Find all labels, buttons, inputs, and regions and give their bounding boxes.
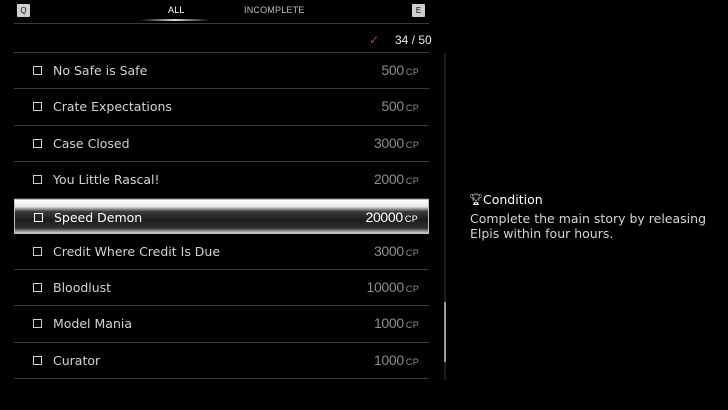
challenge-title: Case Closed bbox=[53, 135, 130, 151]
challenge-title: Model Mania bbox=[53, 316, 133, 332]
checkmark-icon: ✓ bbox=[369, 33, 380, 47]
points-unit: CP bbox=[404, 213, 418, 224]
q-key-hint[interactable]: Q bbox=[17, 4, 30, 17]
condition-description: Complete the main story by releasing Elp… bbox=[470, 211, 707, 241]
tab-all[interactable]: ALL bbox=[168, 5, 185, 15]
checkbox-icon bbox=[33, 66, 42, 75]
challenge-title: Curator bbox=[53, 352, 101, 368]
checkbox-icon bbox=[33, 319, 42, 329]
checkbox-icon bbox=[33, 102, 42, 112]
challenge-points: 500 CP bbox=[381, 62, 419, 78]
challenge-title: No Safe is Safe bbox=[53, 63, 148, 78]
challenge-points: 1000 CP bbox=[374, 315, 419, 331]
points-value: 3000 bbox=[373, 134, 404, 151]
trophy-icon: 🏆︎ bbox=[469, 193, 483, 206]
points-unit: CP bbox=[405, 283, 419, 294]
challenge-title: Credit Where Credit Is Due bbox=[53, 243, 221, 259]
challenge-title: You Little Rascal! bbox=[53, 172, 160, 188]
header-divider bbox=[14, 23, 429, 24]
points-unit: CP bbox=[405, 139, 419, 150]
challenge-points: 3000 CP bbox=[374, 135, 419, 151]
points-value: 3000 bbox=[373, 242, 404, 259]
challenge-list: No Safe is Safe 500 CP Crate Expectations 50… bbox=[14, 53, 429, 380]
challenge-points: 2000 CP bbox=[374, 171, 419, 187]
challenge-row[interactable]: Bloodlust 10000 CP bbox=[14, 270, 429, 307]
checkbox-icon bbox=[33, 138, 42, 148]
checkbox-icon bbox=[33, 355, 42, 365]
condition-heading: Condition bbox=[483, 192, 543, 207]
points-value: 2000 bbox=[373, 171, 404, 188]
points-unit: CP bbox=[405, 356, 419, 367]
challenge-row[interactable]: Model Mania 1000 CP bbox=[14, 306, 429, 343]
progress-count: 34 / 50 bbox=[395, 33, 432, 47]
challenge-points: 1000 CP bbox=[374, 352, 419, 368]
checkbox-icon bbox=[33, 282, 42, 292]
challenge-points: 10000 CP bbox=[366, 279, 419, 295]
e-key-hint[interactable]: E bbox=[412, 4, 425, 17]
challenge-points: 500 CP bbox=[381, 98, 419, 114]
points-unit: CP bbox=[405, 247, 419, 258]
challenge-row[interactable]: Case Closed 3000 CP bbox=[14, 126, 429, 163]
challenge-row[interactable]: Speed Demon 20000 CP bbox=[14, 198, 429, 234]
points-unit: CP bbox=[405, 176, 419, 187]
points-unit: CP bbox=[405, 67, 419, 77]
points-value: 500 bbox=[381, 98, 404, 115]
points-value: 500 bbox=[381, 62, 404, 78]
challenge-points: 20000 CP bbox=[365, 209, 418, 225]
points-value: 20000 bbox=[365, 208, 403, 225]
challenge-points: 3000 CP bbox=[374, 243, 419, 259]
checkbox-icon bbox=[34, 212, 43, 222]
tab-incomplete[interactable]: INCOMPLETE bbox=[244, 5, 305, 15]
points-value: 1000 bbox=[373, 315, 404, 332]
challenge-title: Speed Demon bbox=[54, 209, 143, 225]
challenge-row[interactable]: You Little Rascal! 2000 CP bbox=[14, 162, 429, 199]
challenge-row[interactable]: Curator 1000 CP bbox=[14, 343, 429, 380]
checkbox-icon bbox=[33, 175, 42, 185]
challenge-row[interactable]: No Safe is Safe 500 CP bbox=[14, 53, 429, 90]
challenge-title: Bloodlust bbox=[53, 279, 112, 295]
challenge-title: Crate Expectations bbox=[53, 99, 172, 115]
points-unit: CP bbox=[405, 103, 419, 114]
points-value: 1000 bbox=[373, 351, 404, 368]
active-tab-indicator bbox=[140, 19, 210, 21]
points-unit: CP bbox=[405, 320, 419, 331]
scrollbar-thumb[interactable] bbox=[444, 302, 446, 362]
points-value: 10000 bbox=[366, 278, 404, 295]
challenge-row[interactable]: Crate Expectations 500 CP bbox=[14, 89, 429, 126]
challenge-row[interactable]: Credit Where Credit Is Due 3000 CP bbox=[14, 234, 429, 270]
checkbox-icon bbox=[33, 246, 42, 256]
